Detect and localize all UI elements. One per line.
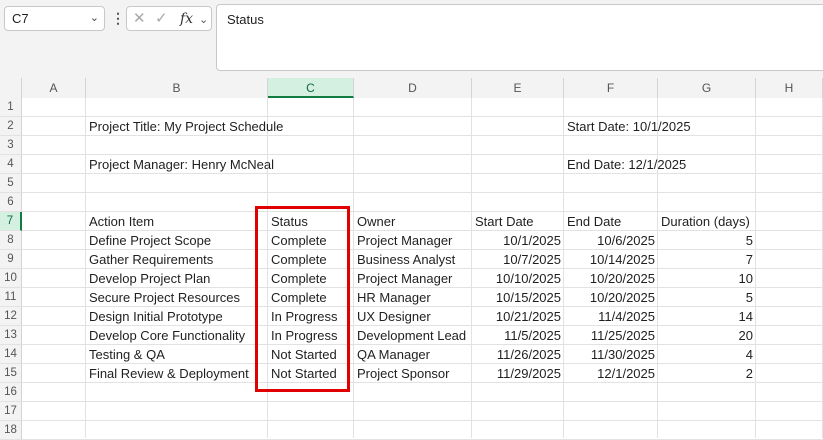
table-cell-status[interactable]: Complete xyxy=(271,250,327,269)
enter-icon[interactable]: ✓ xyxy=(155,10,168,28)
row-header-12[interactable]: 12 xyxy=(0,307,22,326)
table-cell-start-date[interactable]: 11/29/2025 xyxy=(472,364,561,383)
row-header-10[interactable]: 10 xyxy=(0,269,22,288)
table-cell-end-date[interactable]: 10/20/2025 xyxy=(564,269,655,288)
table-cell-end-date[interactable]: 11/30/2025 xyxy=(564,345,655,364)
table-cell-status[interactable]: Not Started xyxy=(271,345,337,364)
table-cell-end-date[interactable]: 10/20/2025 xyxy=(564,288,655,307)
table-cell-start-date[interactable]: 10/7/2025 xyxy=(472,250,561,269)
table-cell-start-date[interactable]: 10/10/2025 xyxy=(472,269,561,288)
table-cell-duration[interactable]: 14 xyxy=(658,307,753,326)
table-header-start-date[interactable]: Start Date xyxy=(475,212,534,231)
gridline-horizontal xyxy=(22,192,823,193)
table-cell-owner[interactable]: Project Manager xyxy=(357,231,452,250)
column-header-e[interactable]: E xyxy=(472,78,564,98)
row-header-8[interactable]: 8 xyxy=(0,231,22,250)
table-cell-action-item[interactable]: Define Project Scope xyxy=(89,231,211,250)
table-cell-end-date[interactable]: 11/4/2025 xyxy=(564,307,655,326)
table-cell-duration[interactable]: 10 xyxy=(658,269,753,288)
table-cell-duration[interactable]: 20 xyxy=(658,326,753,345)
table-cell-end-date[interactable]: 10/14/2025 xyxy=(564,250,655,269)
row-header-9[interactable]: 9 xyxy=(0,250,22,269)
row-header-7[interactable]: 7 xyxy=(0,212,22,231)
start-date-cell[interactable]: Start Date: 10/1/2025 xyxy=(567,117,691,136)
table-cell-status[interactable]: Complete xyxy=(271,288,327,307)
column-header-b[interactable]: B xyxy=(86,78,268,98)
formula-buttons: ✕ ✓ fx ⌄ xyxy=(126,6,212,31)
table-cell-duration[interactable]: 4 xyxy=(658,345,753,364)
table-cell-end-date[interactable]: 10/6/2025 xyxy=(564,231,655,250)
end-date-cell[interactable]: End Date: 12/1/2025 xyxy=(567,155,686,174)
project-manager-cell[interactable]: Project Manager: Henry McNeal xyxy=(89,155,274,174)
row-header-4[interactable]: 4 xyxy=(0,155,22,174)
column-header-c[interactable]: C xyxy=(268,78,354,98)
row-header-16[interactable]: 16 xyxy=(0,383,22,402)
table-cell-owner[interactable]: Project Manager xyxy=(357,269,452,288)
table-cell-action-item[interactable]: Testing & QA xyxy=(89,345,165,364)
row-header-6[interactable]: 6 xyxy=(0,193,22,212)
formula-input[interactable]: Status xyxy=(216,4,823,71)
table-cell-status[interactable]: Not Started xyxy=(271,364,337,383)
gridline-horizontal xyxy=(22,420,823,421)
table-cell-owner[interactable]: HR Manager xyxy=(357,288,431,307)
table-header-duration[interactable]: Duration (days) xyxy=(661,212,750,231)
gridline-horizontal xyxy=(22,401,823,402)
table-cell-status[interactable]: In Progress xyxy=(271,307,337,326)
table-cell-action-item[interactable]: Secure Project Resources xyxy=(89,288,240,307)
row-header-17[interactable]: 17 xyxy=(0,402,22,421)
column-header-f[interactable]: F xyxy=(564,78,658,98)
table-cell-status[interactable]: Complete xyxy=(271,231,327,250)
table-cell-action-item[interactable]: Design Initial Prototype xyxy=(89,307,223,326)
table-cell-owner[interactable]: Business Analyst xyxy=(357,250,455,269)
project-title-cell[interactable]: Project Title: My Project Schedule xyxy=(89,117,283,136)
name-box[interactable]: C7 ⌄ xyxy=(4,6,105,31)
row-header-1[interactable]: 1 xyxy=(0,98,22,117)
row-header-18[interactable]: 18 xyxy=(0,421,22,440)
table-cell-status[interactable]: Complete xyxy=(271,269,327,288)
table-header-status[interactable]: Status xyxy=(271,212,308,231)
select-all-corner[interactable] xyxy=(0,78,22,98)
row-header-5[interactable]: 5 xyxy=(0,174,22,193)
table-cell-duration[interactable]: 2 xyxy=(658,364,753,383)
table-cell-start-date[interactable]: 11/26/2025 xyxy=(472,345,561,364)
row-header-11[interactable]: 11 xyxy=(0,288,22,307)
table-cell-owner[interactable]: Development Lead xyxy=(357,326,466,345)
table-cell-duration[interactable]: 5 xyxy=(658,231,753,250)
cancel-icon[interactable]: ✕ xyxy=(133,10,146,28)
table-cell-status[interactable]: In Progress xyxy=(271,326,337,345)
chevron-down-icon[interactable]: ⌄ xyxy=(199,11,208,29)
table-cell-owner[interactable]: QA Manager xyxy=(357,345,430,364)
more-options-icon[interactable]: ⋮ xyxy=(111,9,125,27)
table-cell-start-date[interactable]: 10/15/2025 xyxy=(472,288,561,307)
function-icon[interactable]: fx xyxy=(180,10,193,28)
table-cell-action-item[interactable]: Develop Core Functionality xyxy=(89,326,245,345)
name-box-value: C7 xyxy=(12,11,29,26)
table-cell-start-date[interactable]: 10/1/2025 xyxy=(472,231,561,250)
column-header-g[interactable]: G xyxy=(658,78,756,98)
table-cell-start-date[interactable]: 10/21/2025 xyxy=(472,307,561,326)
chevron-down-icon[interactable]: ⌄ xyxy=(90,7,99,30)
column-header-h[interactable]: H xyxy=(756,78,823,98)
row-header-2[interactable]: 2 xyxy=(0,117,22,136)
row-header-14[interactable]: 14 xyxy=(0,345,22,364)
table-cell-start-date[interactable]: 11/5/2025 xyxy=(472,326,561,345)
table-cell-action-item[interactable]: Develop Project Plan xyxy=(89,269,210,288)
table-cell-owner[interactable]: Project Sponsor xyxy=(357,364,450,383)
table-header-owner[interactable]: Owner xyxy=(357,212,395,231)
table-header-end-date[interactable]: End Date xyxy=(567,212,621,231)
row-header-3[interactable]: 3 xyxy=(0,136,22,155)
table-cell-owner[interactable]: UX Designer xyxy=(357,307,431,326)
table-cell-end-date[interactable]: 11/25/2025 xyxy=(564,326,655,345)
row-header-15[interactable]: 15 xyxy=(0,364,22,383)
column-header-a[interactable]: A xyxy=(22,78,86,98)
table-cell-duration[interactable]: 7 xyxy=(658,250,753,269)
table-cell-end-date[interactable]: 12/1/2025 xyxy=(564,364,655,383)
column-header-d[interactable]: D xyxy=(354,78,472,98)
table-cell-action-item[interactable]: Final Review & Deployment xyxy=(89,364,249,383)
table-cell-action-item[interactable]: Gather Requirements xyxy=(89,250,213,269)
table-header-action-item[interactable]: Action Item xyxy=(89,212,154,231)
table-cell-duration[interactable]: 5 xyxy=(658,288,753,307)
row-header-13[interactable]: 13 xyxy=(0,326,22,345)
